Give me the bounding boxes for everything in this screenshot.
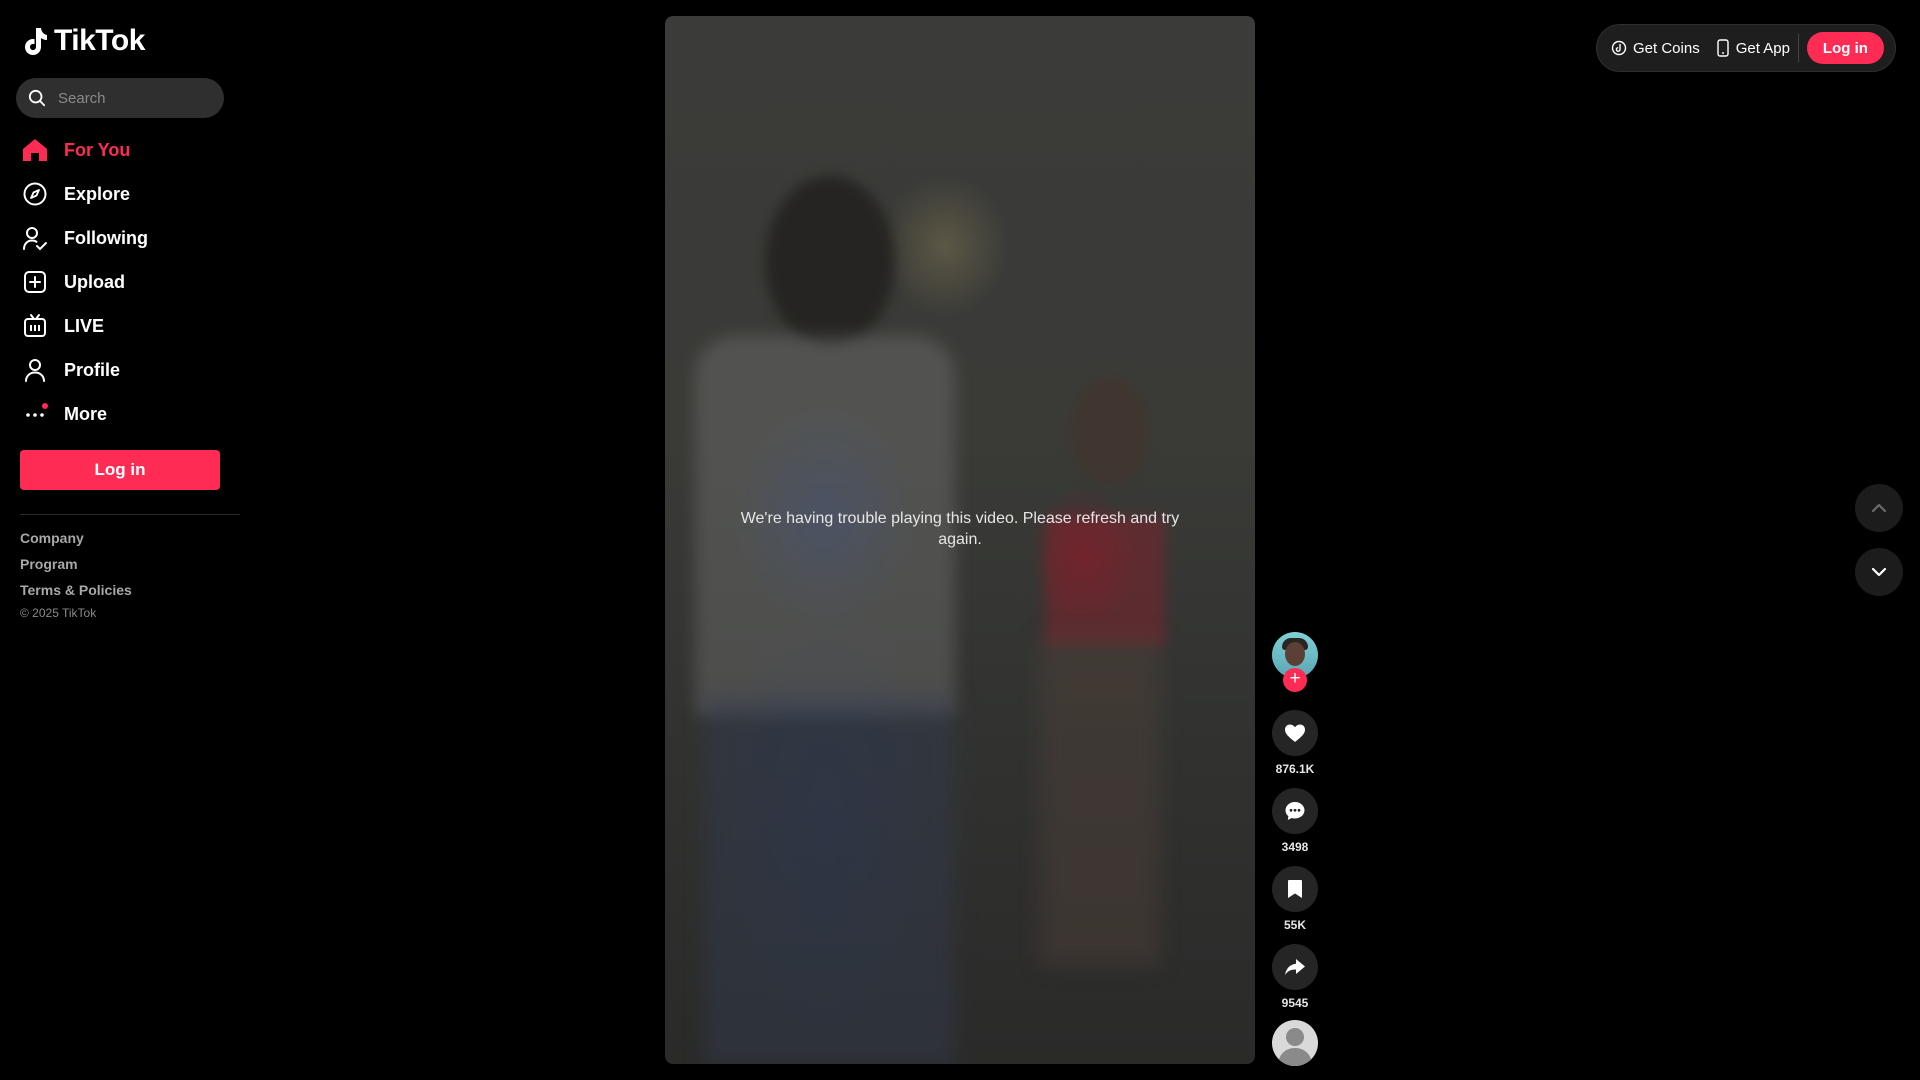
user-silhouette-icon [1278, 1028, 1312, 1066]
get-app-link[interactable]: Get App [1716, 39, 1790, 57]
nav-item-following[interactable]: Following [20, 216, 148, 260]
avatar-face [1285, 642, 1305, 666]
live-icon [20, 311, 50, 341]
sidebar-login-button[interactable]: Log in [20, 450, 220, 490]
tiktok-logo[interactable]: TikTok [22, 24, 145, 58]
video-player[interactable]: We're having trouble playing this video.… [665, 16, 1255, 1064]
nav-label: Following [64, 227, 148, 248]
phone-icon [1717, 39, 1729, 57]
search-icon [28, 89, 46, 107]
profile-icon [20, 355, 50, 385]
share-button[interactable] [1272, 944, 1318, 990]
nav-item-upload[interactable]: Upload [20, 260, 148, 304]
nav-label: LIVE [64, 315, 105, 336]
save-count: 55K [1283, 918, 1306, 932]
nav-item-more[interactable]: More [20, 392, 148, 436]
video-frame-shape [1070, 376, 1150, 486]
bookmark-icon [1288, 880, 1302, 898]
video-frame-shape [1040, 636, 1160, 966]
heart-icon [1285, 724, 1305, 742]
like-button[interactable] [1272, 710, 1318, 756]
comment-count: 3498 [1281, 840, 1309, 854]
nav-label: For You [64, 139, 131, 160]
notification-dot [42, 403, 48, 409]
copyright-text: © 2025 TikTok [20, 606, 97, 620]
like-count: 876.1K [1275, 762, 1315, 776]
music-avatar[interactable] [1272, 1020, 1318, 1066]
upload-icon [20, 267, 50, 297]
compass-icon [20, 179, 50, 209]
nav-item-explore[interactable]: Explore [20, 172, 148, 216]
top-actions: Get Coins Get App Log in [1596, 24, 1896, 72]
footer-link-program[interactable]: Program [20, 556, 132, 572]
video-error-message: We're having trouble playing this video.… [740, 510, 1180, 548]
video-frame-shape [765, 176, 895, 346]
tiktok-logo-icon [25, 28, 47, 55]
coin-icon [1611, 40, 1627, 56]
next-video-button[interactable] [1855, 548, 1903, 596]
following-icon [20, 223, 50, 253]
search-box[interactable] [16, 78, 224, 118]
follow-button[interactable]: + [1283, 668, 1307, 692]
get-coins-label: Get Coins [1633, 39, 1700, 57]
chevron-up-icon [1871, 503, 1887, 513]
previous-video-button[interactable] [1855, 484, 1903, 532]
topbar-divider [1797, 34, 1799, 62]
header-login-button[interactable]: Log in [1806, 32, 1884, 64]
nav-label: More [64, 403, 108, 424]
nav-item-profile[interactable]: Profile [20, 348, 148, 392]
home-icon [20, 135, 50, 165]
save-button[interactable] [1272, 866, 1318, 912]
nav-label: Explore [64, 183, 131, 204]
video-frame-shape [705, 696, 955, 1064]
search-input[interactable] [56, 88, 216, 108]
sidebar-divider [20, 514, 240, 515]
comment-icon [1285, 802, 1305, 820]
sidebar-footer: Company Program Terms & Policies © 2025 … [20, 530, 132, 620]
nav-item-live[interactable]: LIVE [20, 304, 148, 348]
nav-label: Upload [64, 271, 125, 292]
logo-text: TikTok [54, 24, 145, 57]
share-count: 9545 [1281, 996, 1309, 1010]
get-app-label: Get App [1735, 39, 1790, 57]
get-coins-link[interactable]: Get Coins [1611, 40, 1700, 57]
more-icon [20, 399, 50, 429]
sidebar: TikTok For You Explore Following [0, 0, 240, 1080]
footer-link-company[interactable]: Company [20, 530, 132, 546]
main-nav: For You Explore Following Upload LIVE Pr… [20, 128, 148, 436]
nav-item-for-you[interactable]: For You [20, 128, 148, 172]
comment-button[interactable] [1272, 788, 1318, 834]
share-icon [1285, 959, 1305, 975]
footer-link-terms[interactable]: Terms & Policies [20, 582, 132, 598]
chevron-down-icon [1871, 567, 1887, 577]
nav-label: Profile [64, 359, 121, 380]
